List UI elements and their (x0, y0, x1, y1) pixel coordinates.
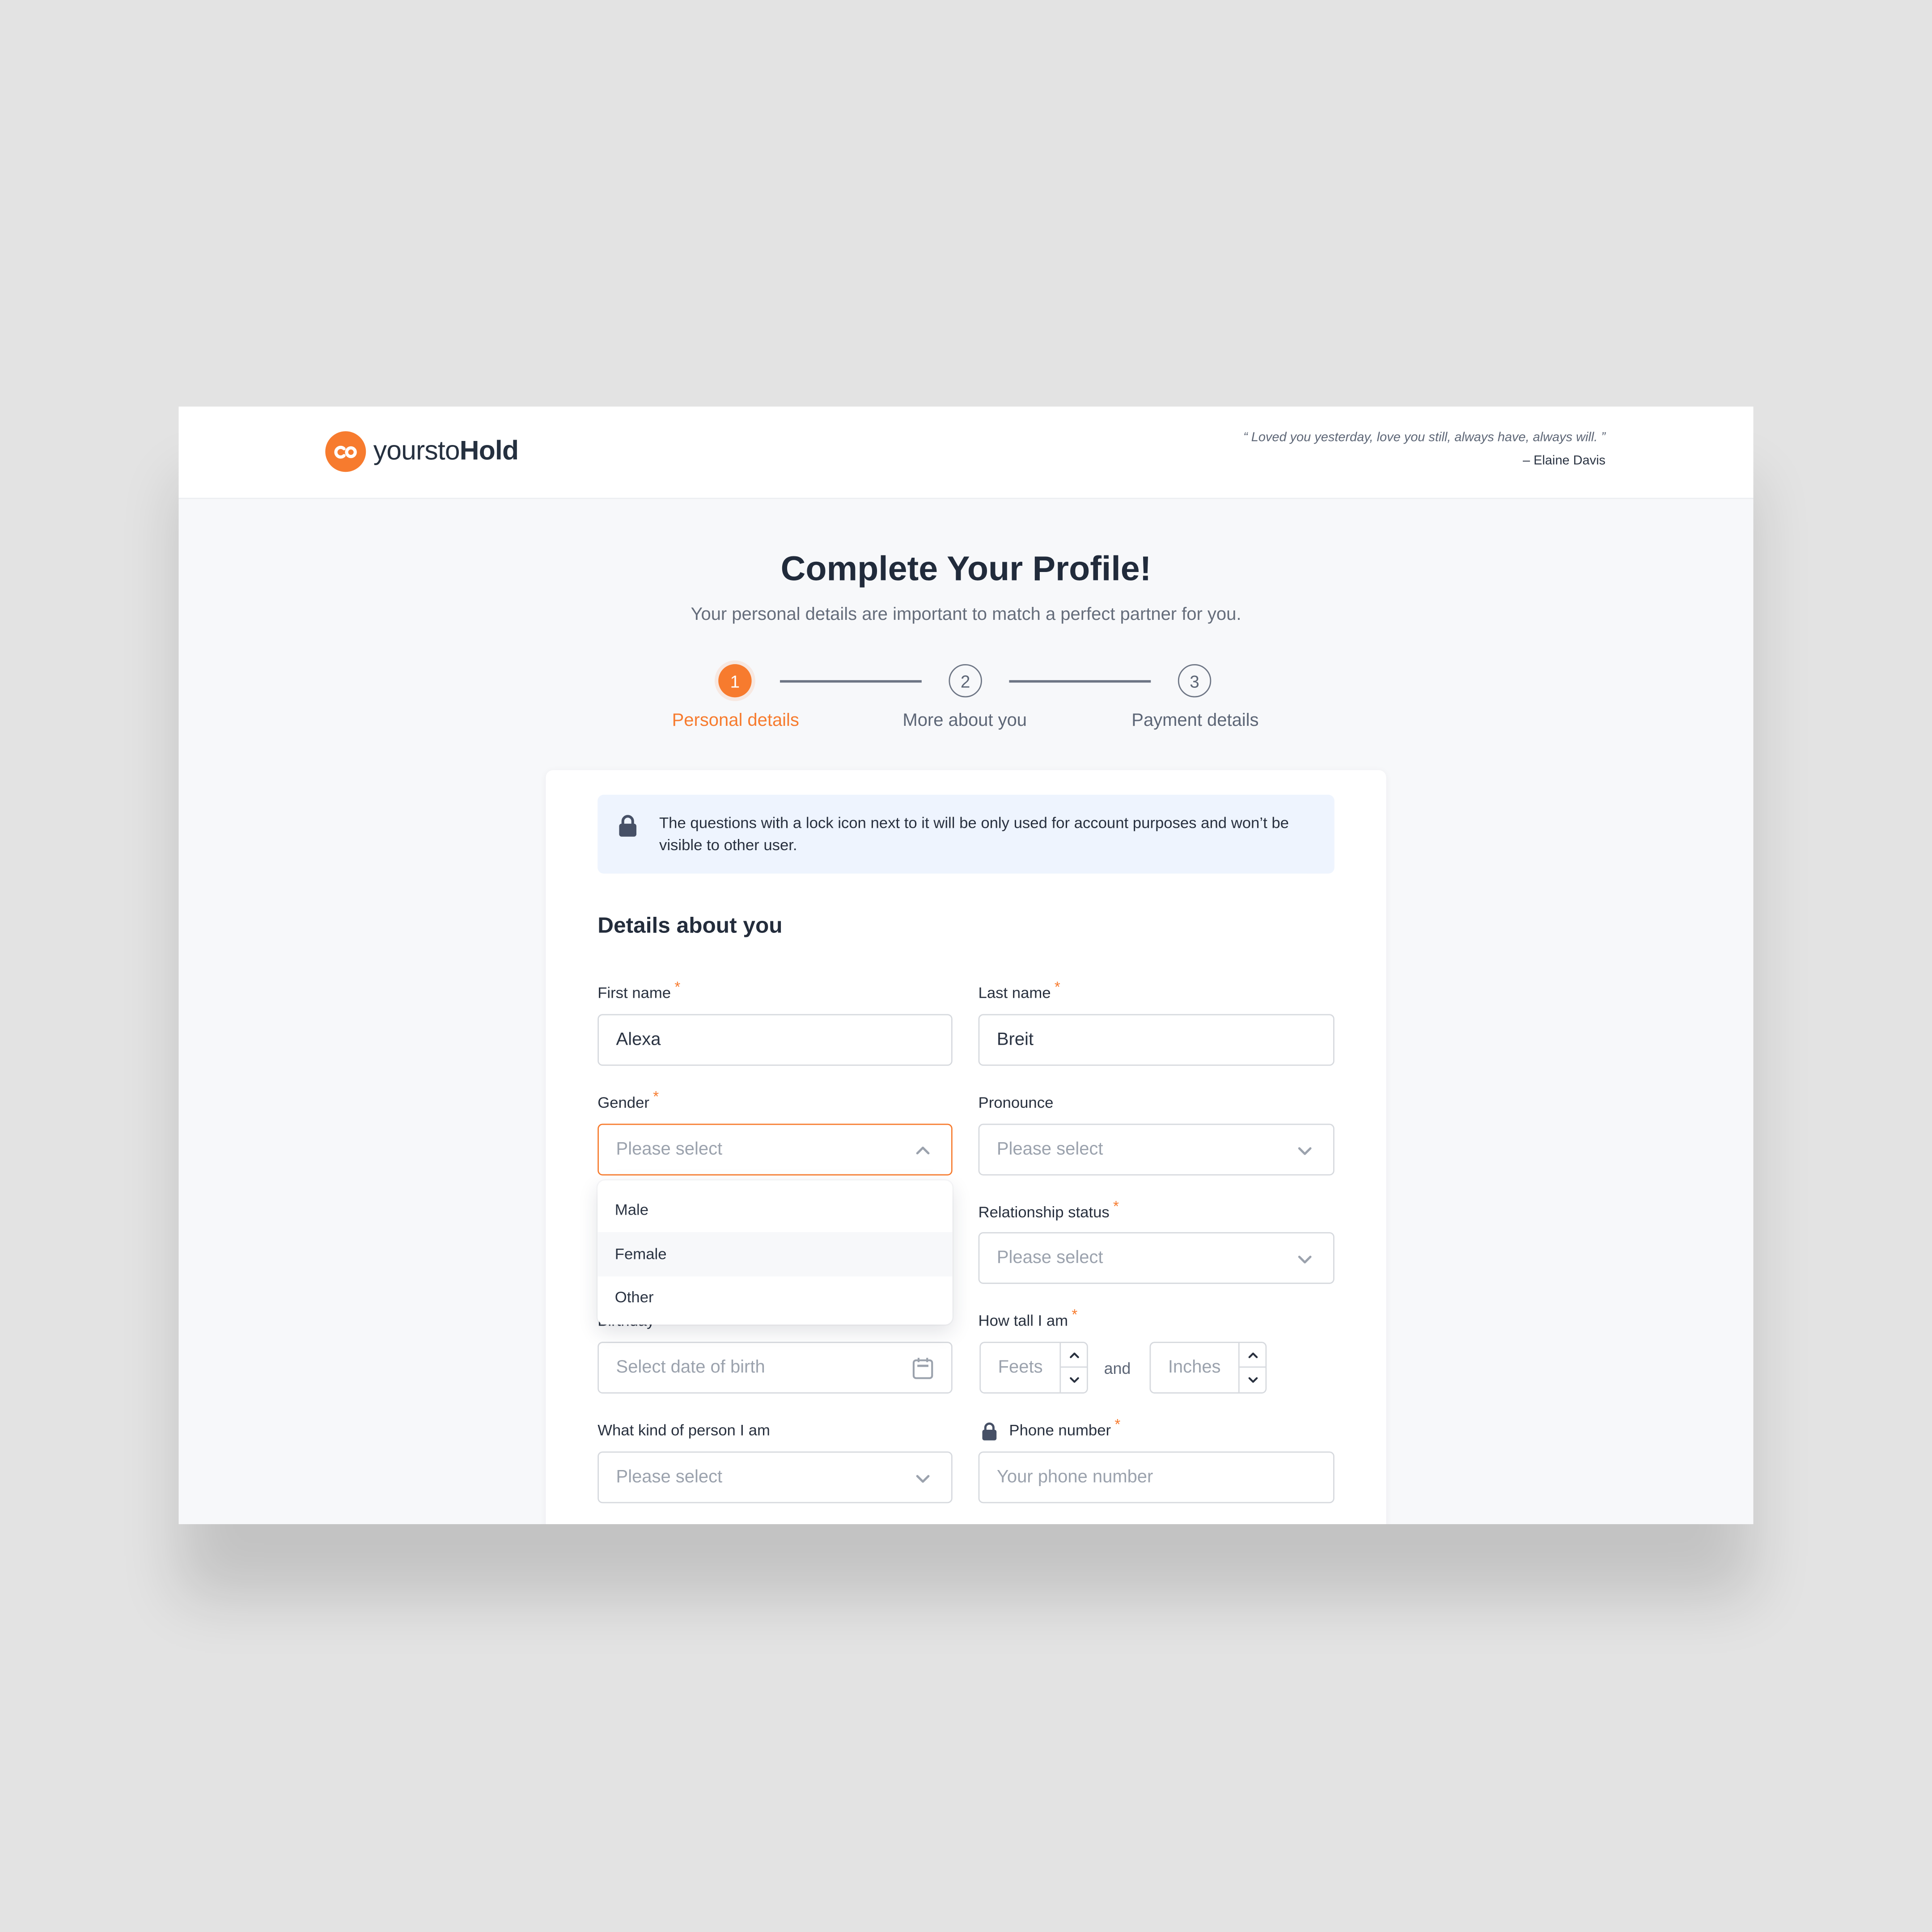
gender-dropdown-menu: Male Female Other (597, 1180, 953, 1325)
phone-input[interactable]: Your phone number (978, 1451, 1335, 1504)
inches-placeholder: Inches (1168, 1358, 1221, 1378)
first-name-value: Alexa (616, 1030, 661, 1050)
top-header: yourstoHold “ Loved you yesterday, love … (178, 407, 1754, 499)
calendar-icon[interactable] (912, 1356, 934, 1380)
gender-label: Gender * (597, 1088, 659, 1112)
privacy-notice: The questions with a lock icon next to i… (597, 795, 1335, 874)
inches-stepper[interactable]: Inches (1149, 1342, 1267, 1394)
feet-spinner (1059, 1343, 1087, 1393)
chevron-up-icon (916, 1146, 930, 1155)
gender-label-text: Gender (597, 1094, 649, 1112)
step-1-indicator[interactable]: 1 (718, 664, 752, 698)
first-name-label-text: First name (597, 984, 671, 1002)
step-connector (780, 680, 922, 682)
profile-form-card: The questions with a lock icon next to i… (546, 770, 1386, 1525)
chevron-up-icon (1069, 1352, 1079, 1358)
chevron-down-icon (1069, 1377, 1079, 1383)
inches-decrement-button[interactable] (1240, 1368, 1266, 1392)
chevron-up-icon (1248, 1352, 1257, 1358)
chevron-down-icon (916, 1475, 930, 1483)
last-name-input[interactable]: Breit (978, 1014, 1335, 1066)
birthday-placeholder: Select date of birth (616, 1358, 765, 1378)
header-quote: “ Loved you yesterday, love you still, a… (1243, 430, 1606, 445)
pronoun-label: Pronounce (978, 1094, 1054, 1112)
app-window: yourstoHold “ Loved you yesterday, love … (178, 407, 1754, 1525)
step-3-label[interactable]: Payment details (1097, 711, 1294, 731)
section-title: Details about you (597, 913, 783, 938)
person-kind-select[interactable]: Please select (597, 1451, 953, 1504)
person-kind-label: What kind of person I am (597, 1422, 770, 1439)
step-2-label[interactable]: More about you (866, 711, 1063, 731)
chevron-down-icon (1248, 1377, 1257, 1383)
chevron-down-icon (1298, 1147, 1312, 1155)
required-marker: * (1054, 978, 1060, 996)
feet-increment-button[interactable] (1061, 1343, 1087, 1368)
person-kind-placeholder: Please select (616, 1467, 723, 1487)
brand-logo-text[interactable]: yourstoHold (373, 434, 519, 468)
required-marker: * (674, 978, 681, 996)
feet-decrement-button[interactable] (1061, 1368, 1087, 1392)
feet-stepper[interactable]: Feets (979, 1342, 1088, 1394)
gender-option-female[interactable]: Female (597, 1232, 953, 1277)
pronoun-select[interactable]: Please select (978, 1123, 1335, 1176)
phone-label-text: Phone number (1009, 1422, 1111, 1439)
page-title: Complete Your Profile! (780, 549, 1152, 588)
step-1-label[interactable]: Personal details (637, 711, 834, 731)
logo-icon[interactable] (325, 431, 366, 472)
last-name-label: Last name * (978, 979, 1060, 1002)
required-marker: * (1072, 1306, 1078, 1323)
lock-icon (619, 815, 637, 837)
lock-icon (982, 1422, 997, 1441)
stage: yourstoHold “ Loved you yesterday, love … (0, 0, 1932, 1932)
inches-increment-button[interactable] (1239, 1343, 1266, 1368)
step-3-indicator[interactable]: 3 (1178, 664, 1212, 698)
feet-placeholder: Feets (998, 1358, 1043, 1378)
privacy-notice-text: The questions with a lock icon next to i… (659, 814, 1289, 854)
page-subtitle: Your personal details are important to m… (691, 605, 1241, 625)
brand-name-light: yoursto (373, 435, 460, 466)
height-joiner: and (1104, 1359, 1131, 1378)
required-marker: * (1114, 1415, 1121, 1433)
relationship-select[interactable]: Please select (978, 1232, 1335, 1284)
height-label: How tall I am * (978, 1306, 1078, 1330)
gender-placeholder: Please select (616, 1140, 723, 1160)
required-marker: * (653, 1088, 659, 1106)
last-name-label-text: Last name (978, 984, 1051, 1002)
brand-name-bold: Hold (459, 435, 519, 466)
inches-spinner (1238, 1343, 1266, 1393)
birthday-input[interactable]: Select date of birth (597, 1342, 953, 1394)
height-label-text: How tall I am (978, 1312, 1068, 1330)
relationship-placeholder: Please select (996, 1248, 1103, 1268)
relationship-label: Relationship status * (978, 1198, 1119, 1221)
step-connector (1009, 680, 1151, 682)
gender-option-other[interactable]: Other (597, 1275, 952, 1320)
step-2-indicator[interactable]: 2 (949, 664, 982, 698)
gender-select[interactable]: Please select (597, 1123, 953, 1176)
last-name-value: Breit (996, 1030, 1034, 1050)
first-name-input[interactable]: Alexa (597, 1014, 953, 1066)
phone-label: Phone number * (1009, 1416, 1120, 1439)
pronoun-placeholder: Please select (996, 1140, 1103, 1160)
gender-option-male[interactable]: Male (597, 1188, 952, 1232)
first-name-label: First name * (597, 979, 680, 1002)
required-marker: * (1113, 1197, 1119, 1215)
relationship-label-text: Relationship status (978, 1203, 1110, 1221)
chevron-down-icon (1298, 1255, 1312, 1264)
phone-placeholder: Your phone number (996, 1467, 1153, 1487)
quote-author: – Elaine Davis (1522, 453, 1606, 468)
